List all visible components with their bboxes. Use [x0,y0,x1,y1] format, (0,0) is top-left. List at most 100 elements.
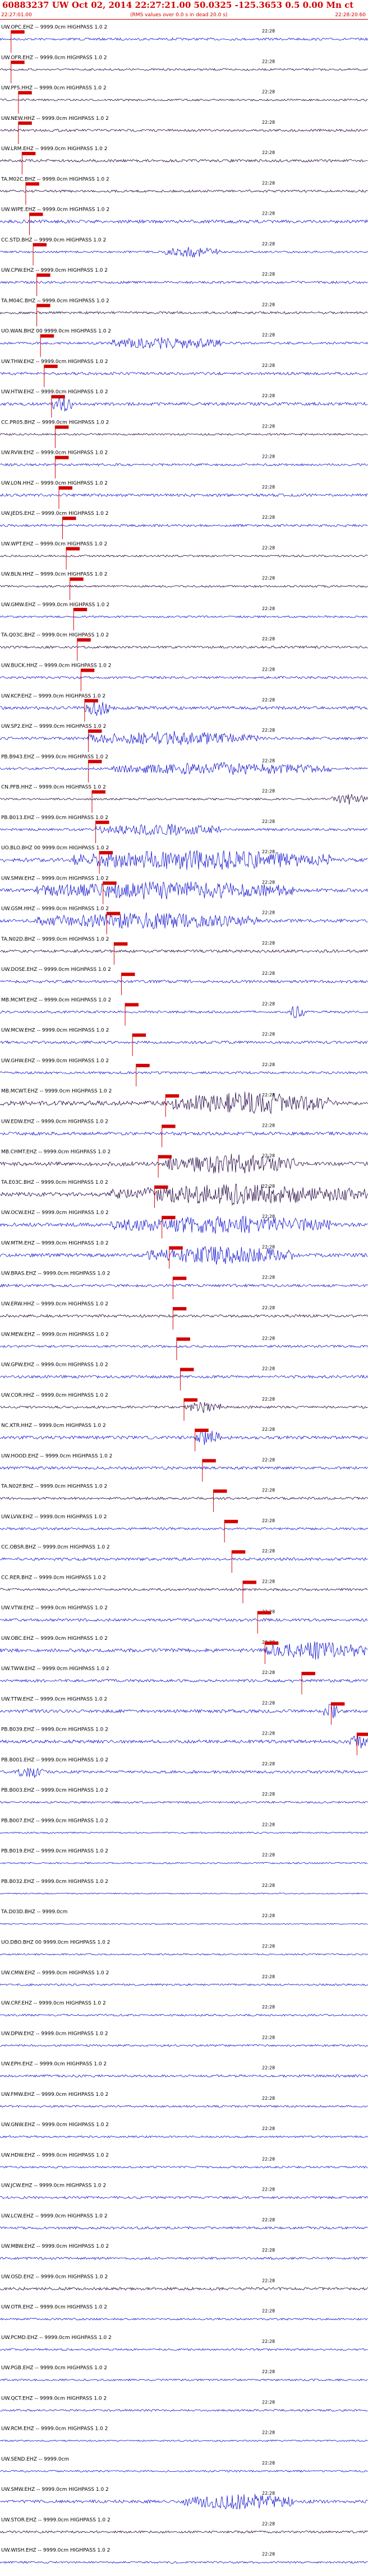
minute-tick-label: 22:28 [262,363,275,368]
waveform [0,1345,368,1349]
station-trace: UW.OCW.EHZ -- 9999.0cm HIGHPASS 1.0 222:… [0,1210,368,1239]
station-label: UW.RVW.EHZ -- 9999.0cm HIGHPASS 1.0 2 [1,450,108,456]
station-label: UW.GSM.HHZ -- 9999.0cm HIGHPASS 1.0 2 [1,906,109,912]
station-trace: UW.PGB.EHZ -- 9999.0cm HIGHPASS 1.0 2 22:… [0,2365,368,2382]
minute-tick-label: 22:28 [262,1913,275,1918]
minute-tick-label: 22:28 [262,1001,275,1006]
station-trace: MB.MCWT.EHZ -- 9999.0cm HIGHPASS 1.0 222… [0,1089,368,1117]
minute-tick-label: 22:28 [262,241,275,247]
waveform [0,371,368,376]
station-trace: UW.GHW.EHZ -- 9999.0cm HIGHPASS 1.0 2 22:… [0,1058,368,1087]
waveform [0,2348,368,2351]
station-trace: UO.DBO.BHZ 00 9999.0cm HIGHPASS 1.0 2 22:… [0,1940,368,1956]
waveform [0,2470,368,2473]
station-trace: TA.M02C.BHZ -- 9999.0cm HIGHPASS 1.0 2 22… [0,176,368,205]
phase-pick-marker [162,1124,176,1128]
waveform [0,1040,368,1044]
waveform [0,1983,368,1987]
minute-tick-label: 22:28 [262,1336,275,1341]
station-trace: UW.SP2.EHZ -- 9999.0cm HIGHPASS 1.0 2 22:… [0,724,368,752]
station-trace: UW.RCM.EHZ -- 9999.0cm HIGHPASS 1.0 2 22:… [0,2426,368,2442]
minute-tick-label: 22:28 [262,2278,275,2283]
waveform [0,1862,368,1864]
waveform [0,1131,368,1136]
minute-tick-label: 22:28 [262,1761,275,1766]
station-trace: UW.LVW.EHZ -- 9999.0cm HIGHPASS 1.0 2 22:… [0,1514,368,1543]
station-label: TA.M02C.BHZ -- 9999.0cm HIGHPASS 1.0 2 [1,176,109,182]
station-label: MB.MCMT.EHZ -- 9999.0cm HIGHPASS 1.0 2 [1,997,111,1003]
minute-tick-label: 22:28 [262,1670,275,1675]
minute-tick-label: 22:28 [262,880,275,885]
phase-pick-marker [18,91,32,95]
station-label: UW.LRM.EHZ -- 9999.0cm HIGHPASS 1.0 2 [1,146,107,152]
phase-pick-marker [11,61,25,64]
station-label: UW.GPW.EHZ -- 9999.0cm HIGHPASS 1.0 2 [1,1363,108,1368]
waveform [0,1923,368,1925]
station-label: UW.PGB.EHZ -- 9999.0cm HIGHPASS 1.0 2 [1,2365,107,2371]
phase-pick-marker [58,486,72,490]
station-label: UW.CRF.EHZ -- 9999.0cm HIGHPASS 1.0 2 [1,2001,106,2006]
station-label: UW.LVW.EHZ -- 9999.0cm HIGHPASS 1.0 2 [1,1514,107,1520]
minute-tick-label: 22:28 [262,211,275,216]
waveform [0,1678,368,1683]
station-trace: UW.BUCK.HHZ -- 9999.0cm HIGHPASS 1.0 2 22… [0,663,368,691]
station-trace: UW.BLN.HHZ -- 9999.0cm HIGHPASS 1.0 2 22:… [0,572,368,600]
station-label: MB.MCWT.EHZ -- 9999.0cm HIGHPASS 1.0 2 [1,1089,112,1094]
station-trace: TA.N02F.BHZ -- 9999.0cm HIGHPASS 1.0 2 22… [0,1484,368,1512]
waveform [0,1314,368,1318]
station-trace: UW.GSM.HHZ -- 9999.0cm HIGHPASS 1.0 2 22:… [0,906,368,934]
minute-tick-label: 22:28 [262,2552,275,2557]
station-trace: UW.SEND.EHZ -- 9999.0cm 22:28 [0,2457,368,2473]
minute-tick-label: 22:28 [262,2096,275,2101]
station-label: UW.RCM.EHZ -- 9999.0cm HIGHPASS 1.0 2 [1,2426,108,2432]
station-label: UW.CPW.EHZ -- 9999.0cm HIGHPASS 1.0 2 [1,268,108,273]
minute-tick-label: 22:28 [262,1244,275,1249]
station-label: UW.OFR.EHZ -- 9999.0cm HIGHPASS 1.0 2 [1,55,107,61]
station-label: UW.HOOD.EHZ -- 9999.0cm HIGHPASS 1.0 2 [1,1453,112,1459]
waveform [0,1734,368,1749]
station-trace: UW.COR.HHZ -- 9999.0cm HIGHPASS 1.0 2 22:… [0,1393,368,1421]
waveform [0,68,368,71]
station-trace: TA.E03C.BHZ -- 9999.0cm HIGHPASS 1.0 2 22… [0,1180,368,1208]
waveform [0,1893,368,1895]
waveform [0,731,368,745]
waveform [0,493,368,497]
waveform [0,2494,368,2510]
phase-pick-marker [107,912,121,915]
station-label: UW.EPH.EHZ -- 9999.0cm HIGHPASS 1.0 2 [1,2062,107,2067]
waveform [0,523,368,528]
minute-tick-label: 22:28 [262,1032,275,1037]
minute-tick-label: 22:28 [262,789,275,794]
station-trace: UW.WIPE.EHZ -- 9999.0cm HIGHPASS 1.0 2 22… [0,207,368,235]
station-label: UW.OTR.EHZ -- 9999.0cm HIGHPASS 1.0 2 [1,2305,107,2310]
minute-tick-label: 22:28 [262,2035,275,2040]
minute-tick-label: 22:28 [262,515,275,520]
waveform [0,2044,368,2047]
waveform [0,2196,368,2200]
station-trace: UW.WISH.EHZ -- 9999.0cm HIGHPASS 1.0 2 22… [0,2548,368,2564]
phase-pick-marker [73,607,88,611]
station-trace: UW.STOR.EHZ -- 9999.0cm HIGHPASS 1.0 2 22… [0,2517,368,2534]
waveform [0,881,368,900]
waveform [0,1154,368,1174]
minute-tick-label: 22:28 [262,2400,275,2405]
minute-tick-label: 22:28 [262,1853,275,1858]
station-label: MB.CHMT.EHZ -- 9999.0cm HIGHPASS 1.0 2 [1,1150,111,1155]
phase-pick-marker [136,1063,150,1067]
phase-pick-marker [99,851,113,855]
waveform [0,2286,368,2291]
minute-tick-label: 22:28 [262,2156,275,2161]
minute-tick-label: 22:28 [262,728,275,733]
waveform [0,1831,368,1834]
minute-tick-label: 22:28 [262,1305,275,1310]
station-trace: UW.EDW.EHZ -- 9999.0cm HIGHPASS 1.0 2 22:… [0,1119,368,1147]
phase-pick-marker [176,1337,190,1341]
phase-pick-marker [154,1185,168,1189]
station-label: UW.HTW.EHZ -- 9999.0cm HIGHPASS 1.0 2 [1,389,108,395]
waveform [0,1071,368,1075]
station-trace: UW.PCMD.EHZ -- 9999.0cm HIGHPASS 1.0 2 22… [0,2335,368,2351]
minute-tick-label: 22:28 [262,545,275,550]
station-trace: PB.B039.EHZ -- 9999.0cm HIGHPASS 1.0 2 22… [0,1727,368,1755]
phase-pick-marker [195,1429,209,1433]
station-trace: UW.FMW.EHZ -- 9999.0cm HIGHPASS 1.0 2 22:… [0,2092,368,2108]
